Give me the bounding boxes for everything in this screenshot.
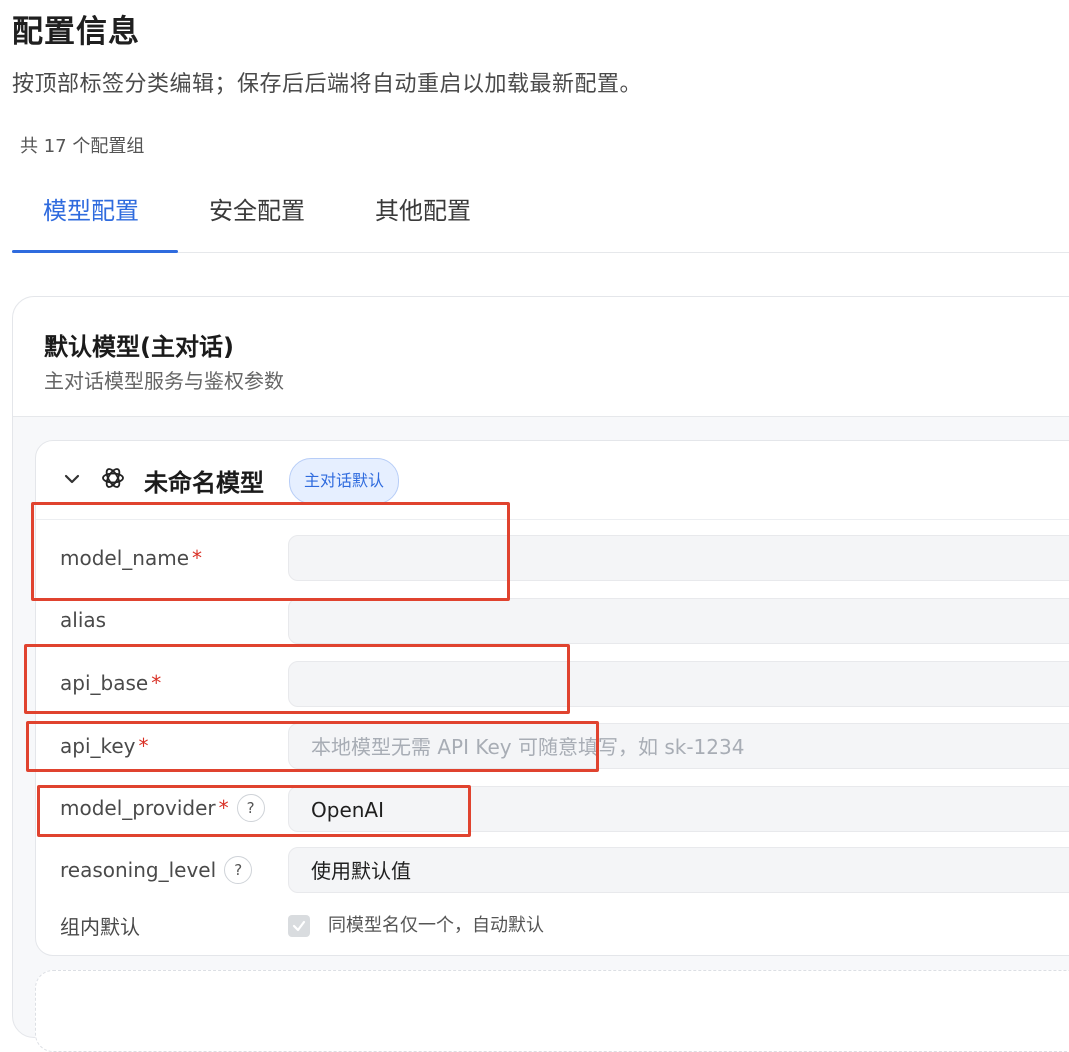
section-subtitle: 主对话模型服务与鉴权参数 (44, 369, 284, 393)
reasoning-level-select[interactable]: 使用默认值 (288, 847, 1069, 893)
required-marker: * (151, 671, 162, 695)
default-model-section: 默认模型(主对话) 主对话模型服务与鉴权参数 未命名模型 主对话默认 model… (12, 296, 1069, 1052)
field-label-api-base: api_base * (60, 671, 162, 695)
field-label-model-name: model_name * (60, 546, 202, 570)
help-icon[interactable]: ? (236, 794, 265, 822)
openai-icon (102, 468, 124, 488)
field-label-group-default: 组内默认 (60, 915, 140, 939)
tab-model-config[interactable]: 模型配置 (43, 191, 139, 226)
api-base-input[interactable] (288, 661, 1069, 707)
section-header: 默认模型(主对话) 主对话模型服务与鉴权参数 (13, 297, 1069, 417)
field-label-api-key: api_key * (60, 734, 149, 758)
model-name-title: 未命名模型 (144, 469, 264, 497)
field-label-model-provider: model_provider *? (60, 794, 265, 822)
model-provider-select[interactable]: OpenAI (288, 786, 1069, 832)
page-title: 配置信息 (12, 14, 140, 50)
model-card: 未命名模型 主对话默认 model_name * alias api_base * … (35, 440, 1069, 956)
tab-security-config[interactable]: 安全配置 (209, 191, 305, 226)
model-card-next (35, 970, 1069, 1052)
group-count: 共 17 个配置组 (20, 136, 145, 157)
required-marker: * (138, 734, 149, 758)
required-marker: * (192, 546, 202, 570)
model-name-input[interactable] (288, 535, 1069, 581)
section-title: 默认模型(主对话) (44, 333, 234, 361)
check-icon (292, 920, 306, 932)
api-key-placeholder: 本地模型无需 API Key 可随意填写，如 sk-1234 (311, 735, 745, 759)
tab-other-config[interactable]: 其他配置 (375, 191, 471, 226)
group-default-checkbox[interactable] (288, 915, 310, 937)
alias-input[interactable] (288, 598, 1069, 644)
field-label-alias: alias (60, 608, 107, 632)
model-card-header[interactable]: 未命名模型 主对话默认 (36, 441, 1069, 520)
tab-bar: 模型配置 安全配置 其他配置 (12, 175, 1069, 253)
group-default-checkbox-label: 同模型名仅一个，自动默认 (328, 915, 544, 936)
help-icon[interactable]: ? (224, 856, 253, 884)
default-badge: 主对话默认 (289, 458, 400, 504)
chevron-down-icon[interactable] (62, 469, 82, 489)
page-description: 按顶部标签分类编辑；保存后后端将自动重启以加载最新配置。 (12, 72, 643, 97)
active-tab-indicator (12, 250, 178, 253)
required-marker: * (218, 796, 229, 820)
field-label-reasoning-level: reasoning_level? (60, 856, 253, 884)
api-key-input[interactable]: 本地模型无需 API Key 可随意填写，如 sk-1234 (288, 723, 1069, 769)
